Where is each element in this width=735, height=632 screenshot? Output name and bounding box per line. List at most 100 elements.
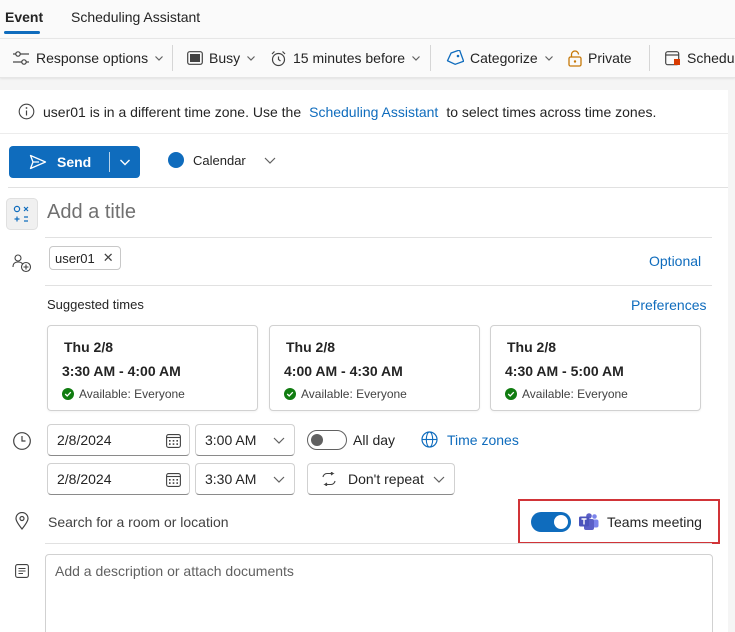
suggested-time-range: 4:30 AM - 5:00 AM — [505, 363, 624, 379]
suggested-times-label: Suggested times — [47, 297, 144, 312]
divider — [8, 187, 728, 188]
availability-text: Available: Everyone — [79, 387, 185, 401]
tab-active-indicator — [4, 31, 40, 34]
all-day-toggle-group[interactable]: All day — [307, 430, 395, 450]
info-text-after: to select times across time zones. — [446, 103, 657, 120]
all-day-label: All day — [353, 432, 396, 448]
remove-attendee-icon[interactable]: ✕ — [103, 250, 114, 266]
suggested-day: Thu 2/8 — [286, 339, 336, 355]
check-circle-icon — [505, 388, 517, 400]
calendar-label: Calendar — [193, 152, 246, 168]
chevron-down-icon — [119, 156, 131, 168]
end-date-picker[interactable]: 2/8/2024 — [47, 463, 190, 495]
chevron-down-icon — [544, 53, 554, 63]
attendee-chip[interactable]: user01 ✕ — [49, 246, 121, 270]
info-icon — [18, 103, 35, 120]
repeat-icon — [320, 472, 338, 486]
sliders-icon — [12, 50, 30, 66]
description-editor[interactable]: Add a description or attach documents — [45, 554, 713, 632]
categorize-button[interactable]: Categorize — [446, 39, 554, 77]
optional-attendees-link[interactable]: Optional — [649, 253, 701, 269]
scheduling-assistant-link[interactable]: Scheduling Assistant — [309, 104, 438, 120]
chevron-down-icon — [272, 472, 286, 486]
show-as-busy-button[interactable]: Busy — [187, 39, 256, 77]
send-options-dropdown[interactable] — [110, 146, 140, 178]
suggested-time-card[interactable]: Thu 2/8 3:30 AM - 4:00 AM Available: Eve… — [47, 325, 258, 411]
toggle-knob — [311, 434, 323, 446]
send-icon — [29, 154, 47, 170]
highlight-box — [518, 499, 720, 544]
busy-status-icon — [187, 51, 203, 65]
suggested-time-card[interactable]: Thu 2/8 4:00 AM - 4:30 AM Available: Eve… — [269, 325, 480, 411]
categorize-label: Categorize — [470, 50, 538, 66]
send-split-button: Send — [9, 146, 140, 178]
busy-label: Busy — [209, 50, 241, 66]
alarm-clock-icon — [270, 50, 287, 67]
suggested-day: Thu 2/8 — [507, 339, 557, 355]
start-time-value: 3:00 AM — [205, 432, 257, 448]
start-time-picker[interactable]: 3:00 AM — [195, 424, 295, 456]
end-time-value: 3:30 AM — [205, 471, 257, 487]
response-options-button[interactable]: Response options — [12, 39, 164, 77]
notes-icon — [15, 564, 29, 578]
repeat-dropdown[interactable]: Don't repeat — [307, 463, 455, 495]
event-form: user01 is in a different time zone. Use … — [0, 90, 728, 632]
availability: Available: Everyone — [284, 387, 407, 401]
send-button[interactable]: Send — [9, 146, 109, 178]
availability: Available: Everyone — [505, 387, 628, 401]
start-date-picker[interactable]: 2/8/2024 — [47, 424, 190, 456]
calendar-icon — [166, 472, 181, 487]
clock-icon — [12, 431, 32, 451]
toolbar-divider — [172, 45, 173, 71]
availability: Available: Everyone — [62, 387, 185, 401]
ribbon-toolbar: Response options Busy 15 minutes before … — [0, 38, 735, 78]
divider — [45, 543, 712, 544]
divider — [45, 285, 712, 286]
send-label: Send — [57, 154, 92, 170]
private-label: Private — [588, 50, 632, 66]
toolbar-divider — [430, 45, 431, 71]
divider — [45, 237, 712, 238]
end-time-picker[interactable]: 3:30 AM — [195, 463, 295, 495]
chevron-down-icon — [246, 53, 256, 63]
check-circle-icon — [284, 388, 296, 400]
tab-scheduling-assistant[interactable]: Scheduling Assistant — [71, 9, 200, 25]
chevron-down-icon — [272, 433, 286, 447]
attendee-name: user01 — [55, 250, 95, 266]
chevron-down-icon — [432, 472, 446, 486]
add-people-icon — [12, 253, 32, 273]
time-zones-label: Time zones — [447, 431, 519, 448]
suggested-time-card[interactable]: Thu 2/8 4:30 AM - 5:00 AM Available: Eve… — [490, 325, 701, 411]
calendar-poll-icon — [665, 50, 681, 66]
time-zones-button[interactable]: Time zones — [421, 431, 519, 448]
end-date-value: 2/8/2024 — [57, 471, 112, 487]
availability-text: Available: Everyone — [522, 387, 628, 401]
response-options-label: Response options — [36, 50, 149, 66]
check-circle-icon — [62, 388, 74, 400]
location-pin-icon — [15, 512, 29, 530]
event-type-icon[interactable] — [6, 198, 38, 230]
suggested-time-range: 3:30 AM - 4:00 AM — [62, 363, 181, 379]
scheduling-poll-button[interactable]: Schedul — [665, 39, 735, 77]
suggested-day: Thu 2/8 — [64, 339, 114, 355]
title-input[interactable] — [47, 201, 647, 224]
tab-event[interactable]: Event — [5, 9, 43, 25]
tag-icon — [446, 50, 464, 66]
ribbon-tabs: Event Scheduling Assistant — [0, 0, 735, 38]
suggested-time-range: 4:00 AM - 4:30 AM — [284, 363, 403, 379]
chevron-down-icon — [263, 153, 277, 167]
availability-text: Available: Everyone — [301, 387, 407, 401]
repeat-value: Don't repeat — [348, 471, 424, 487]
location-search-input[interactable]: Search for a room or location — [48, 514, 229, 530]
lock-icon — [568, 49, 582, 67]
reminder-label: 15 minutes before — [293, 50, 406, 66]
all-day-toggle[interactable] — [307, 430, 347, 450]
private-button[interactable]: Private — [568, 39, 632, 77]
reminder-button[interactable]: 15 minutes before — [270, 39, 421, 77]
toolbar-divider — [649, 45, 650, 71]
preferences-link[interactable]: Preferences — [631, 297, 706, 313]
scheduling-poll-label: Schedul — [687, 50, 735, 66]
start-date-value: 2/8/2024 — [57, 432, 112, 448]
calendar-selector[interactable]: Calendar — [168, 152, 277, 168]
info-text-before: user01 is in a different time zone. Use … — [43, 103, 302, 120]
